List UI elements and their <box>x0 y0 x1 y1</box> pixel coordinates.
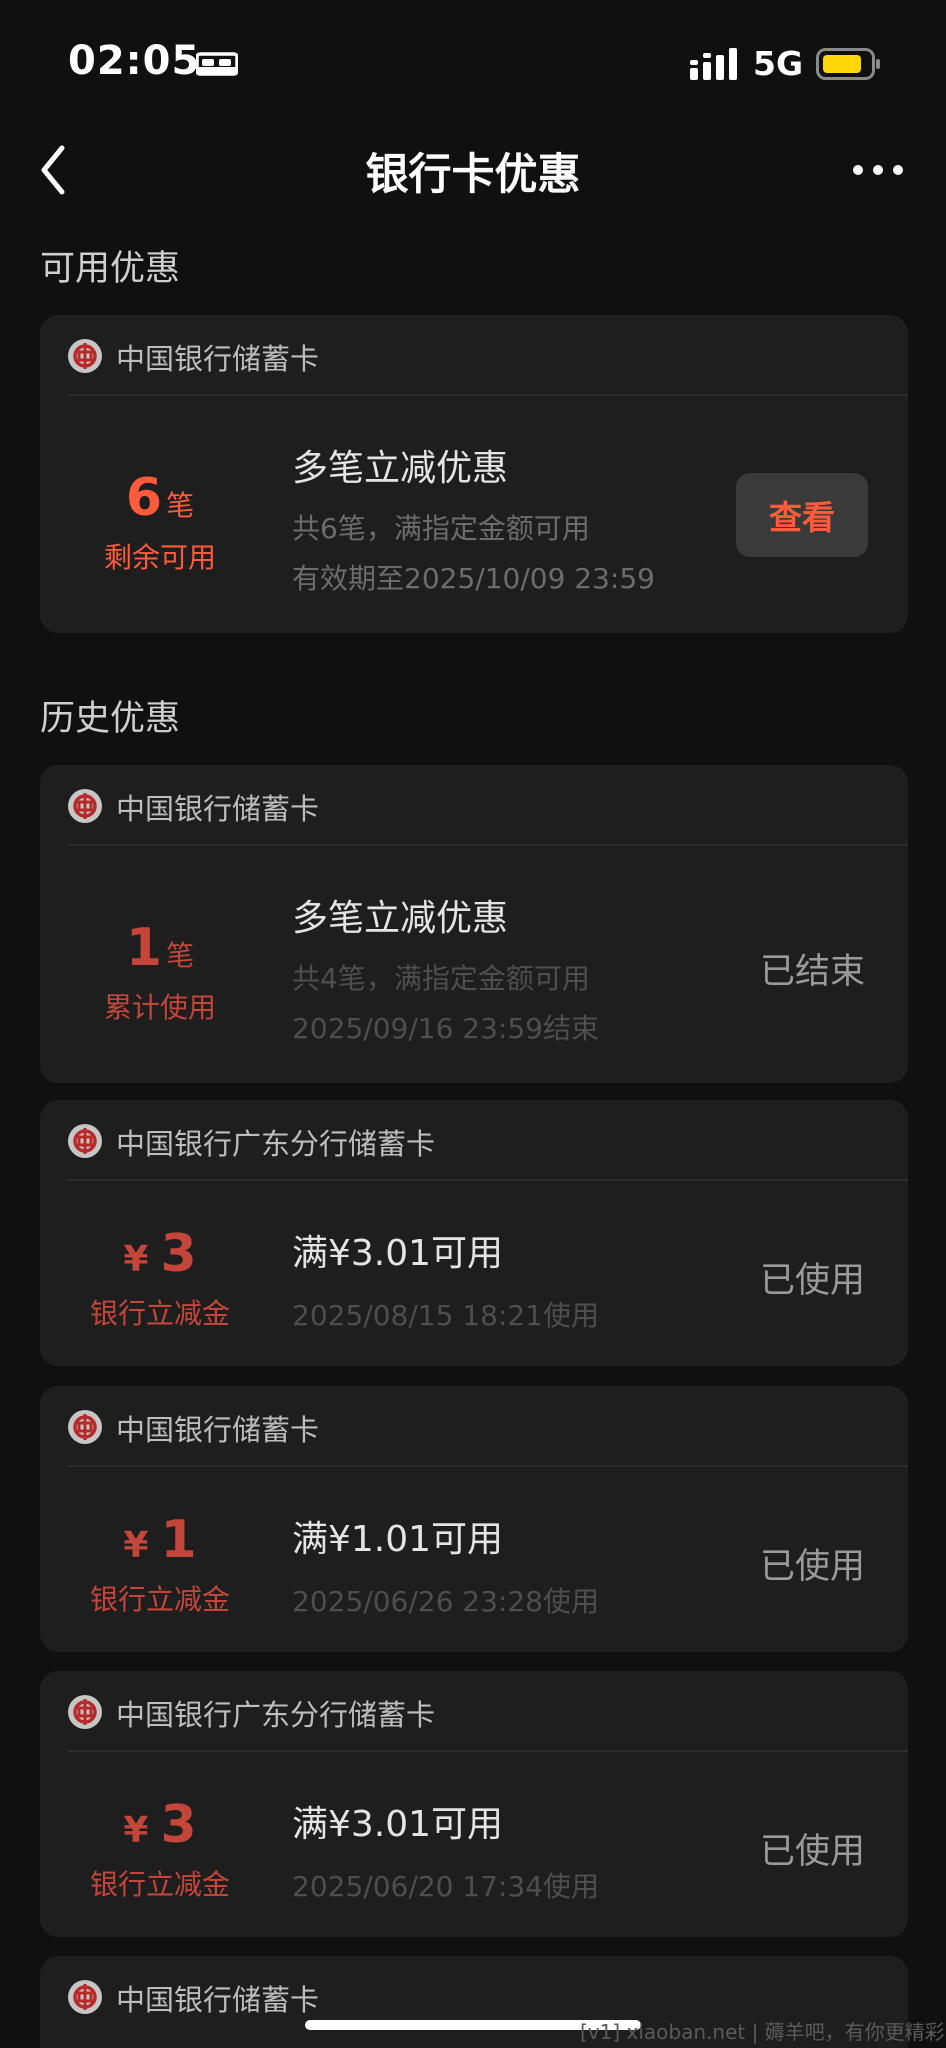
discount-caption: 银行立减金 <box>89 1297 230 1330</box>
history-offer-card: 中国银行广东分行储蓄卡 ¥3 银行立减金 满¥3.01可用 2025/08/15… <box>40 1100 908 1366</box>
bank-name: 中国银行广东分行储蓄卡 <box>116 1127 436 1161</box>
discount-amount: 1 <box>160 1510 197 1570</box>
bank-name: 中国银行广东分行储蓄卡 <box>116 1698 436 1732</box>
currency-symbol: ¥ <box>123 1810 149 1851</box>
bank-name: 中国银行储蓄卡 <box>116 342 320 376</box>
discount-amount: 3 <box>160 1224 197 1284</box>
discount-amount-block: ¥3 银行立减金 <box>40 1228 280 1332</box>
battery-icon <box>816 48 880 80</box>
bank-of-china-logo-icon <box>68 1124 102 1158</box>
offer-info: 满¥3.01可用 2025/06/20 17:34使用 <box>292 1795 599 1905</box>
bank-name: 中国银行储蓄卡 <box>116 1983 320 2017</box>
used-caption: 累计使用 <box>103 991 216 1024</box>
card-divider <box>68 844 908 846</box>
discount-amount-block: ¥3 银行立减金 <box>40 1799 280 1903</box>
discount-caption: 银行立减金 <box>89 1868 230 1901</box>
card-divider <box>68 394 908 396</box>
offer-description: 共6笔，满指定金额可用 <box>292 512 590 545</box>
offer-description: 共4笔，满指定金额可用 <box>292 962 590 995</box>
history-offer-card: 中国银行储蓄卡 1笔 累计使用 多笔立减优惠 共4笔，满指定金额可用 2025/… <box>40 765 908 1083</box>
status-used-label: 已使用 <box>760 1547 866 1587</box>
bed-icon <box>196 52 238 76</box>
discount-amount-block: ¥1 银行立减金 <box>40 1514 280 1618</box>
status-ended-label: 已结束 <box>760 952 866 992</box>
offer-title: 满¥3.01可用 <box>292 1804 504 1845</box>
offer-validity: 有效期至2025/10/09 23:59 <box>292 562 655 595</box>
bank-name: 中国银行储蓄卡 <box>116 792 320 826</box>
status-used-label: 已使用 <box>760 1832 866 1872</box>
offer-title: 满¥1.01可用 <box>292 1519 504 1560</box>
bank-of-china-logo-icon <box>68 789 102 823</box>
offer-info: 满¥1.01可用 2025/06/26 23:28使用 <box>292 1510 599 1620</box>
status-time: 02:05 <box>68 38 201 84</box>
used-date: 2025/06/20 17:34使用 <box>292 1870 599 1903</box>
currency-symbol: ¥ <box>123 1525 149 1566</box>
remaining-count: 6 <box>125 468 163 528</box>
signal-icon <box>690 48 737 80</box>
more-options-button[interactable] <box>846 148 910 192</box>
card-divider <box>68 1750 908 1752</box>
view-button[interactable]: 查看 <box>736 473 868 557</box>
bank-of-china-logo-icon <box>68 339 102 373</box>
card-header: 中国银行储蓄卡 <box>40 1386 908 1466</box>
status-bar: 02:05 5G <box>0 0 946 120</box>
history-offer-card: 中国银行储蓄卡 ¥1 银行立减金 满¥1.01可用 2025/06/26 23:… <box>40 1386 908 1652</box>
more-icon <box>853 165 903 175</box>
offer-title: 多笔立减优惠 <box>292 898 509 939</box>
used-count: 1 <box>125 918 163 978</box>
discount-amount: 3 <box>160 1795 197 1855</box>
used-count-block: 1笔 累计使用 <box>40 922 280 1026</box>
bank-of-china-logo-icon <box>68 1980 102 2014</box>
used-date: 2025/08/15 18:21使用 <box>292 1299 599 1332</box>
card-header: 中国银行储蓄卡 <box>40 315 908 395</box>
offer-info: 满¥3.01可用 2025/08/15 18:21使用 <box>292 1224 599 1334</box>
bank-of-china-logo-icon <box>68 1695 102 1729</box>
history-offer-card: 中国银行广东分行储蓄卡 ¥3 银行立减金 满¥3.01可用 2025/06/20… <box>40 1671 908 1937</box>
used-date: 2025/06/26 23:28使用 <box>292 1585 599 1618</box>
network-type-label: 5G <box>753 44 804 83</box>
available-offer-card: 中国银行储蓄卡 6笔 剩余可用 多笔立减优惠 共6笔，满指定金额可用 有效期至2… <box>40 315 908 633</box>
count-unit: 笔 <box>166 489 195 522</box>
offer-title: 多笔立减优惠 <box>292 448 509 489</box>
bank-name: 中国银行储蓄卡 <box>116 1413 320 1447</box>
offer-title: 满¥3.01可用 <box>292 1233 504 1274</box>
page-title: 银行卡优惠 <box>365 150 581 200</box>
offer-info: 多笔立减优惠 共4笔，满指定金额可用 2025/09/16 23:59结束 <box>292 889 599 1047</box>
card-header: 中国银行广东分行储蓄卡 <box>40 1671 908 1751</box>
bank-of-china-logo-icon <box>68 1410 102 1444</box>
card-header: 中国银行储蓄卡 <box>40 765 908 845</box>
count-unit: 笔 <box>166 939 195 972</box>
section-title-available: 可用优惠 <box>40 249 181 289</box>
remaining-caption: 剩余可用 <box>103 541 216 574</box>
offer-info: 多笔立减优惠 共6笔，满指定金额可用 有效期至2025/10/09 23:59 <box>292 439 655 597</box>
card-divider <box>68 1465 908 1467</box>
offer-end-date: 2025/09/16 23:59结束 <box>292 1012 599 1045</box>
bank-card-offers-page: 02:05 5G 银行卡优惠 可用优惠 中国银行储蓄卡 6 笔 剩余可用 多笔立… <box>0 0 946 2048</box>
remaining-count-block: 6笔 剩余可用 <box>40 472 280 576</box>
section-title-history: 历史优惠 <box>40 699 181 739</box>
discount-caption: 银行立减金 <box>89 1583 230 1616</box>
navigation-bar: 银行卡优惠 <box>0 120 946 220</box>
card-divider <box>68 1179 908 1181</box>
card-header: 中国银行广东分行储蓄卡 <box>40 1100 908 1180</box>
currency-symbol: ¥ <box>123 1239 149 1280</box>
status-used-label: 已使用 <box>760 1261 866 1301</box>
watermark: [v1] xiaoban.net | 薅羊吧，有你更精彩！ <box>580 2020 946 2044</box>
